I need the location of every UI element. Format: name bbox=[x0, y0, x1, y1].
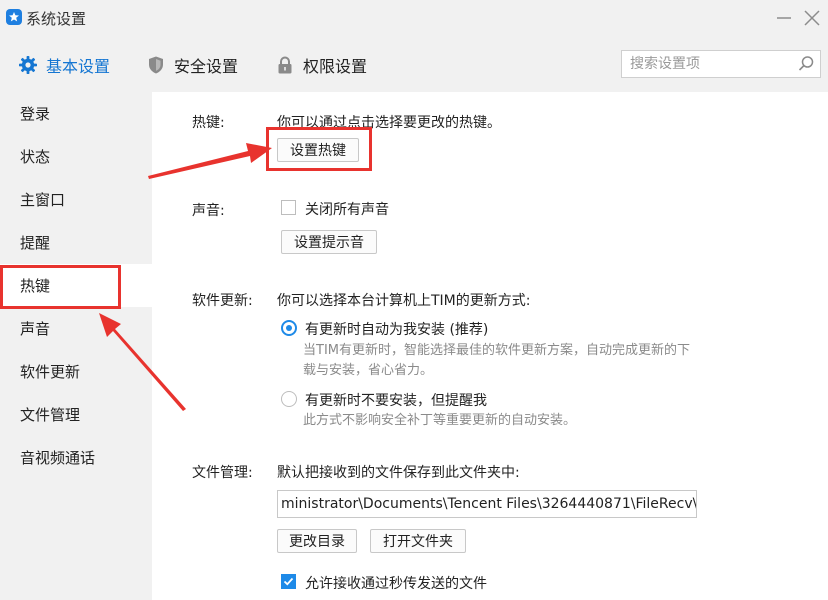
app-logo-icon bbox=[6, 9, 22, 25]
annotation-highlight-set-hotkey bbox=[266, 127, 372, 171]
notify-only-radio[interactable] bbox=[281, 391, 297, 407]
sidebar-item-login[interactable]: 登录 bbox=[0, 92, 152, 135]
hotkey-section-label: 热键: bbox=[192, 115, 225, 131]
mute-all-label: 关闭所有声音 bbox=[305, 202, 389, 218]
change-directory-button[interactable]: 更改目录 bbox=[277, 529, 357, 553]
update-section-label: 软件更新: bbox=[192, 293, 253, 309]
auto-install-desc-line1: 当TIM有更新时，智能选择最佳的软件更新方案，自动完成更新的下 bbox=[303, 343, 690, 358]
annotation-highlight-hotkey-item bbox=[0, 265, 121, 309]
notify-only-desc: 此方式不影响安全补丁等重要更新的自动安装。 bbox=[303, 413, 577, 428]
tab-security-settings-label: 安全设置 bbox=[174, 57, 239, 76]
shield-icon bbox=[146, 55, 166, 75]
lock-icon bbox=[275, 55, 295, 75]
window-title: 系统设置 bbox=[26, 10, 87, 28]
mute-all-checkbox[interactable] bbox=[281, 200, 296, 215]
sidebar: 登录 状态 主窗口 提醒 热键 声音 软件更新 文件管理 音视频通话 bbox=[0, 92, 152, 600]
notify-only-label: 有更新时不要安装，但提醒我 bbox=[305, 393, 487, 409]
tab-bar: 基本设置 安全设置 权限设置 bbox=[0, 38, 828, 92]
open-folder-button[interactable]: 打开文件夹 bbox=[370, 529, 466, 553]
file-management-description: 默认把接收到的文件保存到此文件夹中: bbox=[277, 465, 520, 481]
sidebar-item-main-window[interactable]: 主窗口 bbox=[0, 178, 152, 221]
tab-permission-settings[interactable]: 权限设置 bbox=[275, 38, 367, 92]
tab-security-settings[interactable]: 安全设置 bbox=[146, 38, 238, 92]
sidebar-item-reminder[interactable]: 提醒 bbox=[0, 221, 152, 264]
sidebar-item-file-management[interactable]: 文件管理 bbox=[0, 393, 152, 436]
minimize-icon[interactable] bbox=[772, 6, 796, 30]
settings-content: 热键: 你可以通过点击选择要更改的热键。 设置热键 声音: 关闭所有声音 设置提… bbox=[152, 92, 828, 600]
tab-basic-settings-label: 基本设置 bbox=[46, 57, 111, 76]
auto-install-label: 有更新时自动为我安装 (推荐) bbox=[305, 322, 489, 338]
gear-icon bbox=[18, 55, 38, 75]
allow-instant-transfer-label: 允许接收通过秒传发送的文件 bbox=[305, 576, 487, 592]
sidebar-item-software-update[interactable]: 软件更新 bbox=[0, 350, 152, 393]
sidebar-item-status[interactable]: 状态 bbox=[0, 135, 152, 178]
close-icon[interactable] bbox=[800, 6, 824, 30]
search-icon[interactable] bbox=[796, 54, 816, 74]
sidebar-item-av-call[interactable]: 音视频通话 bbox=[0, 436, 152, 479]
title-bar: 系统设置 bbox=[0, 0, 828, 38]
tab-permission-settings-label: 权限设置 bbox=[303, 57, 368, 76]
set-notification-sound-button[interactable]: 设置提示音 bbox=[281, 230, 377, 254]
sound-section-label: 声音: bbox=[192, 203, 225, 219]
checkmark-icon bbox=[283, 577, 294, 586]
auto-install-desc-line2: 载与安装，省心省力。 bbox=[303, 363, 434, 378]
search-input[interactable] bbox=[622, 51, 808, 77]
tab-basic-settings[interactable]: 基本设置 bbox=[18, 38, 110, 92]
allow-instant-transfer-checkbox[interactable] bbox=[281, 574, 296, 589]
sidebar-item-sound[interactable]: 声音 bbox=[0, 307, 152, 350]
update-description: 你可以选择本台计算机上TIM的更新方式: bbox=[277, 293, 531, 309]
auto-install-radio[interactable] bbox=[281, 320, 297, 336]
search-box bbox=[621, 50, 821, 78]
download-folder-field[interactable]: ministrator\Documents\Tencent Files\3264… bbox=[277, 490, 697, 518]
file-management-section-label: 文件管理: bbox=[192, 465, 253, 481]
